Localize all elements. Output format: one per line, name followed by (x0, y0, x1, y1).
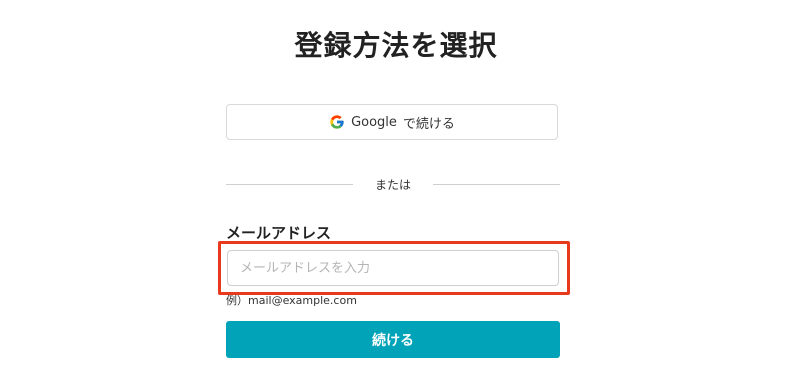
email-hint: 例）mail@example.com (226, 294, 357, 307)
or-divider: または (226, 174, 561, 194)
email-label: メールアドレス (226, 224, 332, 242)
page-title: 登録方法を選択 (294, 29, 498, 62)
divider-line-right (433, 183, 561, 185)
google-signin-button[interactable]: Google で続ける (226, 104, 558, 140)
email-field[interactable] (227, 250, 559, 286)
divider-text: または (375, 177, 412, 192)
google-suffix-label: で続ける (402, 116, 455, 132)
google-brand-label: Google (351, 114, 397, 130)
continue-button[interactable]: 続ける (226, 321, 560, 358)
google-logo-icon (330, 115, 344, 129)
divider-line-left (226, 183, 353, 185)
